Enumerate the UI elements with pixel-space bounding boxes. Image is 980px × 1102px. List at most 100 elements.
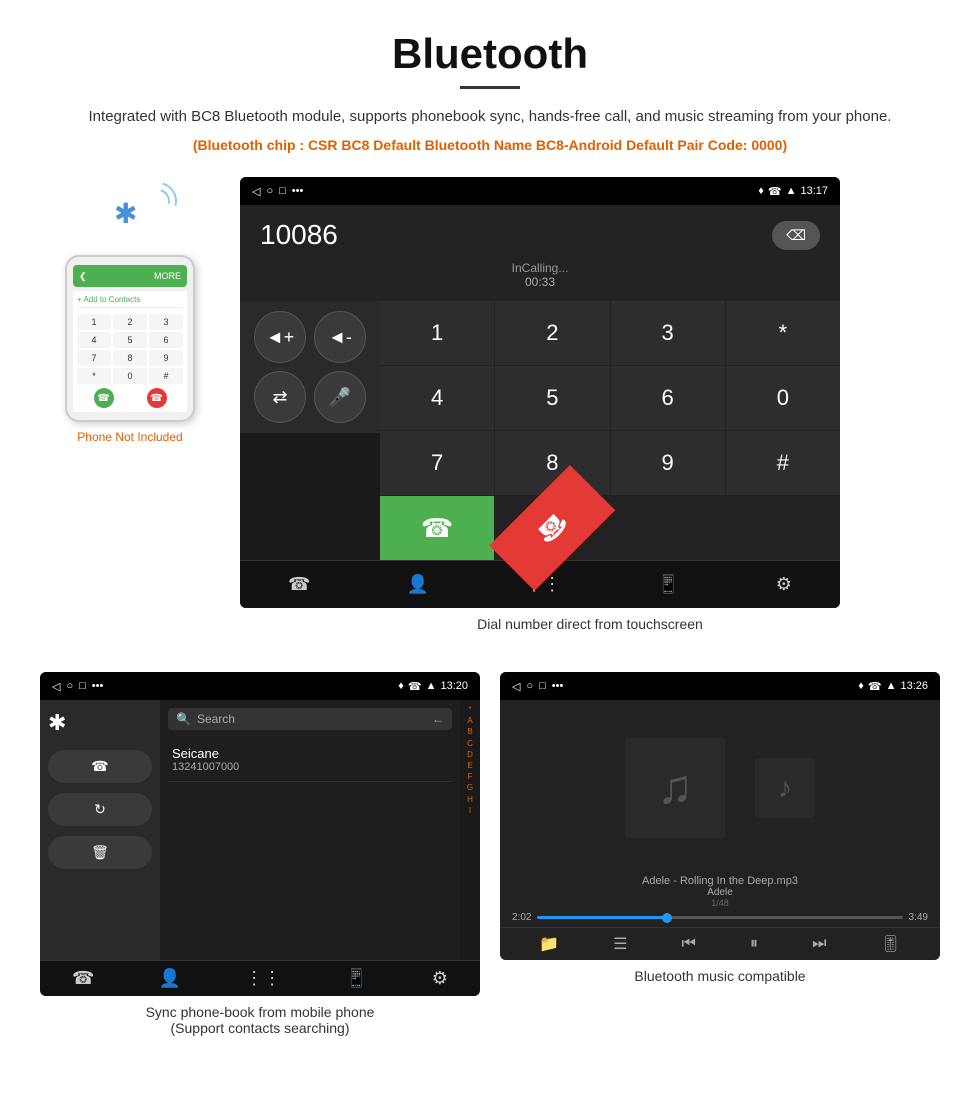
pb-nav-square[interactable]: □ xyxy=(79,680,86,692)
phone-top-bar: ❮ MORE xyxy=(73,265,187,287)
music-status-dots: ••• xyxy=(552,680,564,692)
nav-calls-icon[interactable]: ☎ xyxy=(288,574,310,595)
alpha-a[interactable]: A xyxy=(467,715,472,726)
dial-key-2[interactable]: 2 xyxy=(113,314,147,330)
transfer-button[interactable]: ⇄ xyxy=(254,371,306,423)
next-track-button[interactable]: ⏭ xyxy=(812,935,826,953)
dial-key-6[interactable]: 6 xyxy=(149,332,183,348)
nav-contacts-icon[interactable]: 👤 xyxy=(407,574,429,595)
phone-screen: + Add to Contacts 1 2 3 4 5 6 7 8 9 * 0 … xyxy=(73,291,187,412)
dial-key-star[interactable]: * xyxy=(77,368,111,384)
nav-home-icon[interactable]: ○ xyxy=(266,185,273,197)
wifi-icon: ▲ xyxy=(786,185,797,197)
pb-nav-home[interactable]: ○ xyxy=(66,680,73,692)
equalizer-icon[interactable]: 🎚 xyxy=(881,934,901,954)
pb-delete-btn[interactable]: 🗑 xyxy=(48,836,152,869)
music-controls-row: 📁 ☰ ⏮ ⏸ ⏭ 🎚 xyxy=(500,927,940,960)
music-gps-icon: ♦ xyxy=(858,680,864,692)
pb-search-bar[interactable]: 🔍 Search ← xyxy=(168,708,452,730)
nav-sms-icon[interactable]: 📱 xyxy=(657,574,679,595)
music-nav-home[interactable]: ○ xyxy=(526,680,533,692)
phone-illustration: ✱ ❮ MORE + Add to Contacts 1 2 3 4 5 6 xyxy=(40,177,220,444)
phone-end-button[interactable]: ☎ xyxy=(147,388,167,408)
android-dial-screen: ◁ ○ □ ••• ♦ ☎ ▲ 13:17 10086 ⌫ xyxy=(240,177,840,608)
dial-controls-row: ◄+ ◄- ⇄ 🎤 1 2 3 * 4 5 xyxy=(240,301,840,560)
pb-nav-back[interactable]: ◁ xyxy=(52,680,60,693)
phone-dialpad: 1 2 3 4 5 6 7 8 9 * 0 # xyxy=(77,314,183,384)
pb-nav-dialpad[interactable]: ⋮⋮ xyxy=(245,968,281,989)
dialpad-1[interactable]: 1 xyxy=(380,301,494,365)
contact-row[interactable]: Seicane 13241007000 xyxy=(168,738,452,782)
dialpad-9[interactable]: 9 xyxy=(611,431,725,495)
status-left: ◁ ○ □ ••• xyxy=(252,185,303,198)
dial-key-1[interactable]: 1 xyxy=(77,314,111,330)
alpha-g[interactable]: G xyxy=(467,782,473,793)
phone-call-button[interactable]: ☎ xyxy=(94,388,114,408)
nav-back-icon[interactable]: ◁ xyxy=(252,185,260,198)
alpha-d[interactable]: D xyxy=(467,749,473,760)
volume-down-button[interactable]: ◄- xyxy=(314,311,366,363)
dial-key-9[interactable]: 9 xyxy=(149,350,183,366)
status-right: ♦ ☎ ▲ 13:17 xyxy=(758,185,828,198)
dial-key-4[interactable]: 4 xyxy=(77,332,111,348)
nav-settings-icon[interactable]: ⚙ xyxy=(776,574,792,595)
dial-key-7[interactable]: 7 xyxy=(77,350,111,366)
dialpad-star[interactable]: * xyxy=(726,301,840,365)
music-note-icon-small: ♪ xyxy=(778,772,792,804)
pb-sync-btn[interactable]: ↻ xyxy=(48,793,152,826)
alpha-h[interactable]: H xyxy=(467,794,473,805)
alpha-e[interactable]: E xyxy=(467,760,472,771)
music-note-icon: ♫ xyxy=(657,760,693,815)
pb-nav-sms[interactable]: 📱 xyxy=(345,968,367,989)
dialpad-5[interactable]: 5 xyxy=(495,366,609,430)
alpha-f[interactable]: F xyxy=(468,771,473,782)
bluetooth-waves: ✱ xyxy=(90,177,170,247)
volume-up-button[interactable]: ◄+ xyxy=(254,311,306,363)
progress-fill xyxy=(537,916,665,919)
music-nav-square[interactable]: □ xyxy=(539,680,546,692)
pb-nav-calls[interactable]: ☎ xyxy=(72,968,94,989)
pb-nav-settings[interactable]: ⚙ xyxy=(432,968,448,989)
dialpad-hash[interactable]: # xyxy=(726,431,840,495)
search-back-arrow[interactable]: ← xyxy=(432,712,444,726)
dialpad-4[interactable]: 4 xyxy=(380,366,494,430)
dial-screen-caption: Dial number direct from touchscreen xyxy=(240,616,940,632)
pb-phone-icon: ☎ xyxy=(408,680,422,693)
contact-number: 13241007000 xyxy=(172,761,448,773)
pb-caption-line2: (Support contacts searching) xyxy=(171,1020,350,1036)
pb-phone-btn[interactable]: ☎ xyxy=(48,750,152,783)
dialpad-0[interactable]: 0 xyxy=(726,366,840,430)
dialpad-7[interactable]: 7 xyxy=(380,431,494,495)
music-track-count: 1/48 xyxy=(510,898,930,908)
music-nav-back[interactable]: ◁ xyxy=(512,680,520,693)
mute-button[interactable]: 🎤 xyxy=(314,371,366,423)
alpha-star[interactable]: * xyxy=(468,704,471,715)
dialpad-3[interactable]: 3 xyxy=(611,301,725,365)
alpha-b[interactable]: B xyxy=(467,726,472,737)
playlist-icon[interactable]: ☰ xyxy=(613,934,627,954)
progress-track[interactable] xyxy=(537,916,902,919)
play-pause-button[interactable]: ⏸ xyxy=(750,935,758,953)
phone-not-included-label: Phone Not Included xyxy=(77,430,182,444)
phonebook-screen: ◁ ○ □ ••• ♦ ☎ ▲ 13:20 ✱ ☎ xyxy=(40,672,480,996)
dialpad-6[interactable]: 6 xyxy=(611,366,725,430)
music-time: 13:26 xyxy=(900,680,928,692)
dial-key-3[interactable]: 3 xyxy=(149,314,183,330)
folder-icon[interactable]: 📁 xyxy=(539,934,559,954)
music-track-name: Adele - Rolling In the Deep.mp3 xyxy=(510,875,930,887)
answer-call-button[interactable]: ☎ xyxy=(380,496,494,560)
dial-key-8[interactable]: 8 xyxy=(113,350,147,366)
pb-caption-line1: Sync phone-book from mobile phone xyxy=(146,1004,375,1020)
pb-nav-contacts[interactable]: 👤 xyxy=(159,968,181,989)
pb-status-right: ♦ ☎ ▲ 13:20 xyxy=(398,680,468,693)
dial-number: 10086 xyxy=(260,219,338,251)
nav-square-icon[interactable]: □ xyxy=(279,185,286,197)
delete-button[interactable]: ⌫ xyxy=(772,221,820,250)
dialpad-2[interactable]: 2 xyxy=(495,301,609,365)
dial-key-5[interactable]: 5 xyxy=(113,332,147,348)
dial-key-hash[interactable]: # xyxy=(149,368,183,384)
dial-key-0[interactable]: 0 xyxy=(113,368,147,384)
alpha-i[interactable]: I xyxy=(469,805,471,816)
prev-track-button[interactable]: ⏮ xyxy=(682,935,696,953)
alpha-c[interactable]: C xyxy=(467,738,473,749)
